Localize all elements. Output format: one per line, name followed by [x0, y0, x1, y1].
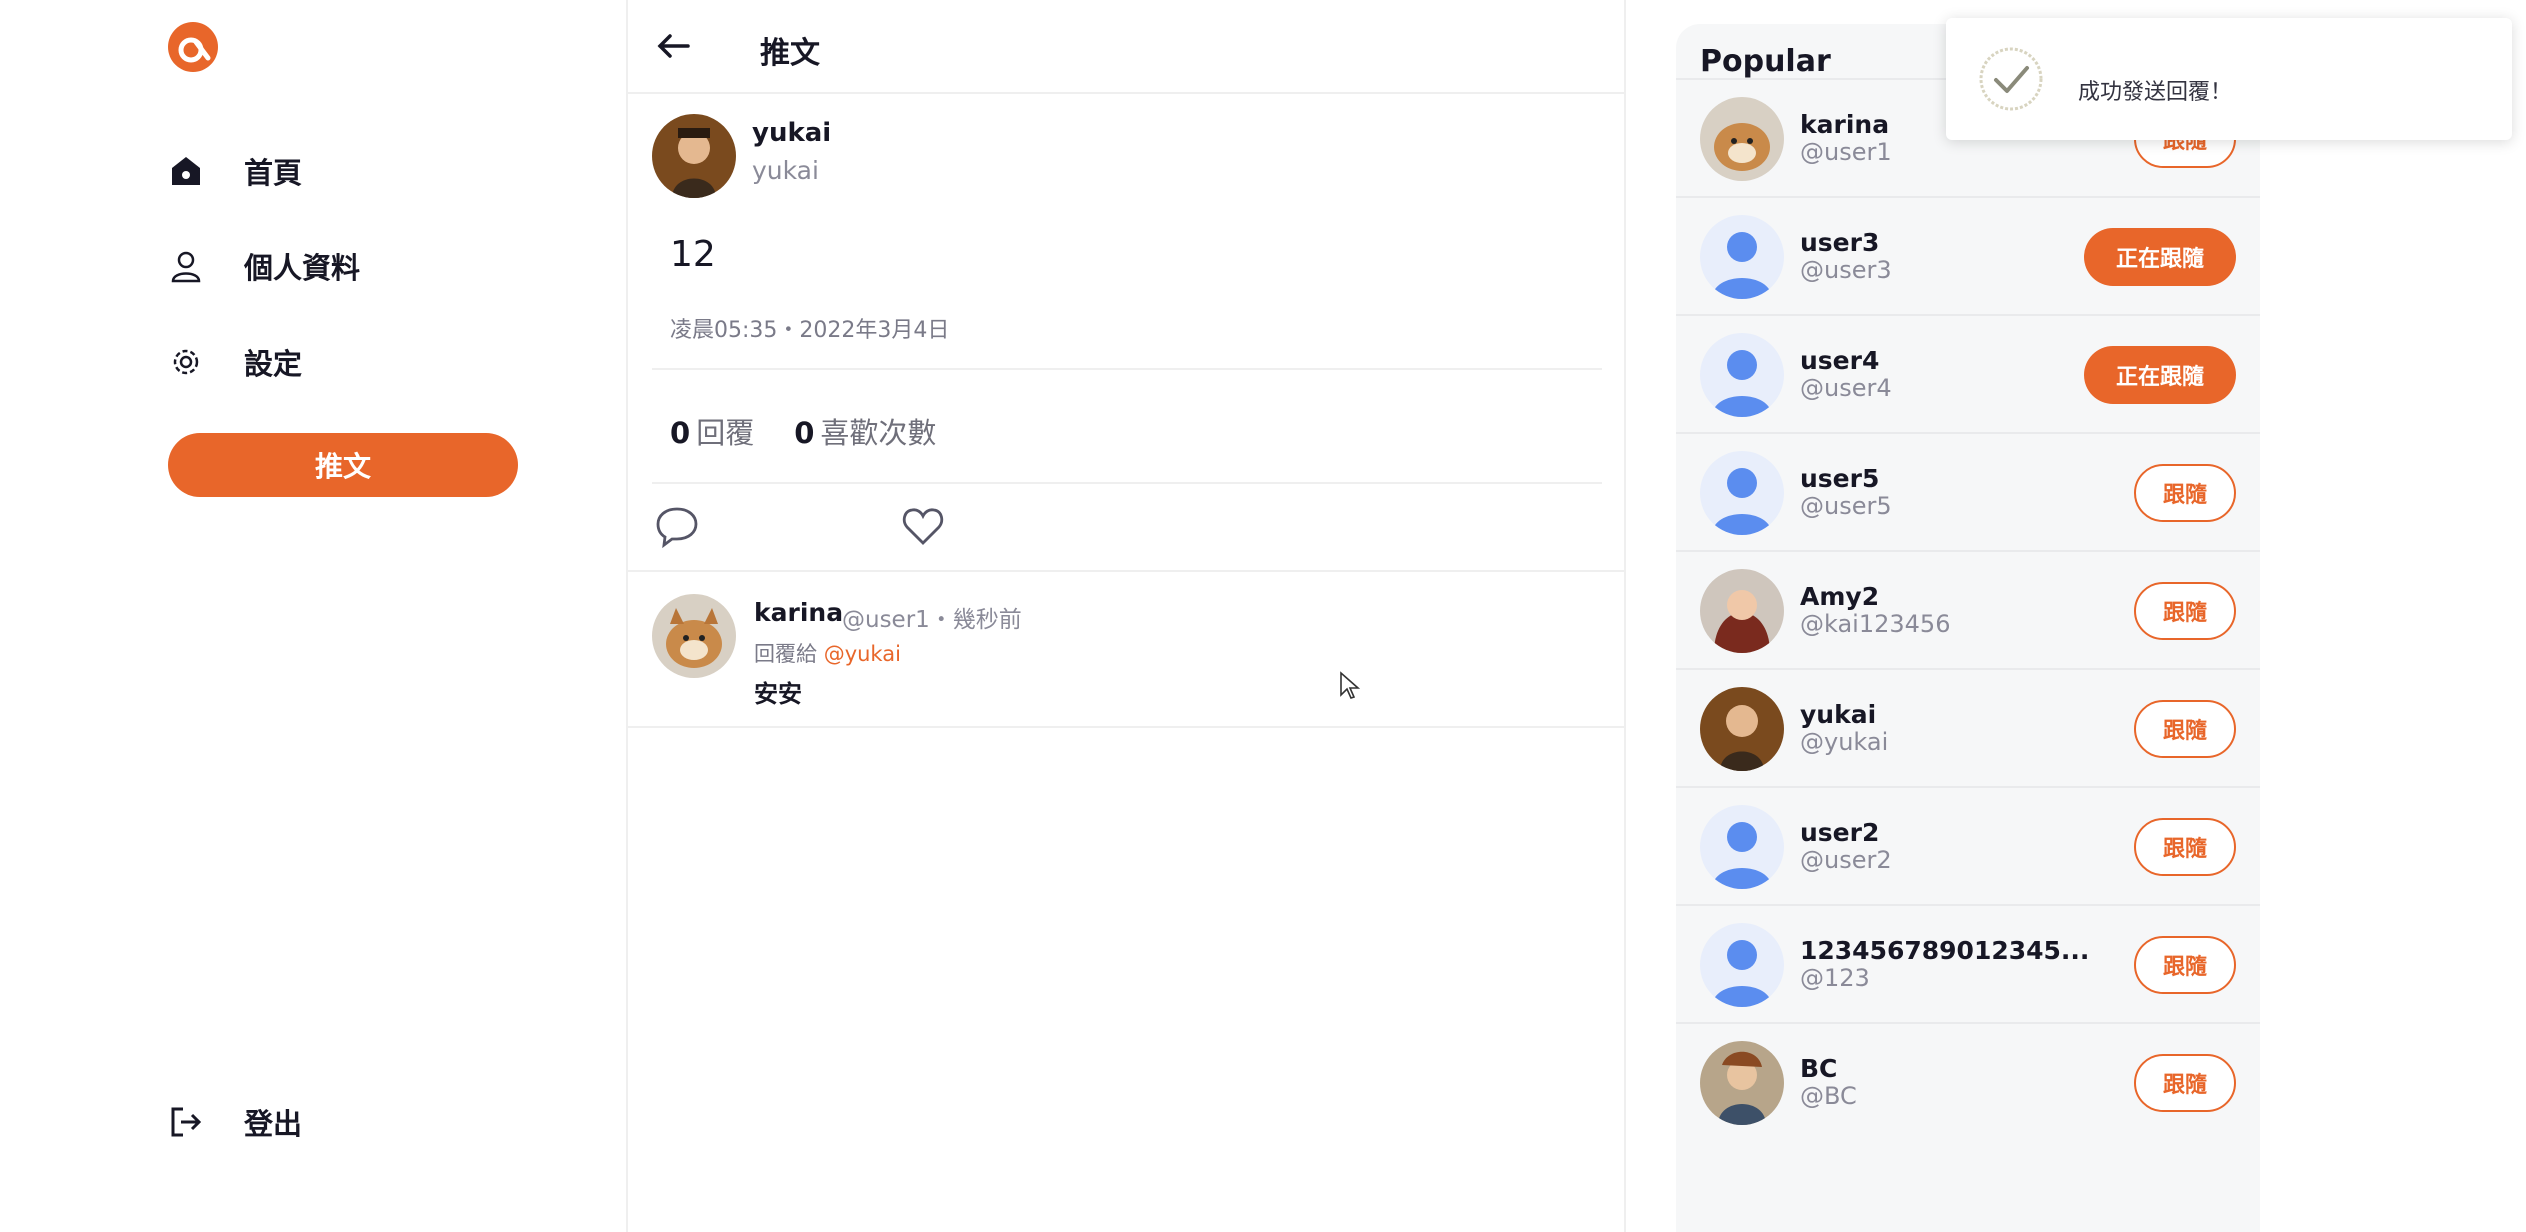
avatar[interactable] [1700, 1041, 1784, 1125]
tweet-stats: 0 回覆 0 喜歡次數 [670, 410, 936, 452]
popular-user-name[interactable]: user5 [1800, 464, 1879, 493]
tweet-timestamp: 凌晨05:35・2022年3月4日 [670, 318, 950, 343]
popular-user-handle: @kai123456 [1800, 610, 1951, 638]
avatar[interactable] [1700, 215, 1784, 299]
popular-user-handle: @yukai [1800, 728, 1889, 756]
left-nav: 首頁 個人資料 設定 推文 登出 [0, 0, 628, 1232]
unfollow-button[interactable]: 正在跟隨 [2084, 346, 2236, 404]
page-header: 推文 [628, 0, 1626, 94]
popular-user-handle: @user2 [1800, 846, 1892, 874]
author-name[interactable]: yukai [752, 118, 831, 148]
tweet-button[interactable]: 推文 [168, 433, 518, 497]
popular-user-name[interactable]: user4 [1800, 346, 1879, 375]
popular-user-row[interactable]: user4 @user4 正在跟隨 [1676, 314, 2260, 432]
popular-user-row[interactable]: BC @BC 跟隨 [1676, 1022, 2260, 1140]
popular-user-name[interactable]: user3 [1800, 228, 1879, 257]
logout-label: 登出 [244, 1107, 303, 1141]
popular-user-name[interactable]: 123456789012345... [1800, 936, 2089, 965]
nav-item-settings[interactable]: 設定 [168, 332, 302, 392]
popular-user-name[interactable]: yukai [1800, 700, 1876, 729]
divider [652, 482, 1602, 484]
author-handle: yukai [752, 156, 819, 185]
nav-item-profile[interactable]: 個人資料 [168, 236, 360, 296]
like-stat: 0 喜歡次數 [794, 416, 937, 450]
reply-author-name[interactable]: karina [754, 598, 843, 627]
popular-panel: Popular karina @user1 跟隨 user3 @user3 正在跟隨 use… [1676, 24, 2260, 1232]
logout-icon [168, 1104, 204, 1140]
home-icon [168, 153, 204, 189]
follow-button[interactable]: 跟隨 [2134, 1054, 2236, 1112]
popular-user-row[interactable]: user3 @user3 正在跟隨 [1676, 196, 2260, 314]
avatar[interactable] [652, 114, 736, 198]
unfollow-button[interactable]: 正在跟隨 [2084, 228, 2236, 286]
avatar[interactable] [1700, 805, 1784, 889]
popular-user-row[interactable]: Amy2 @kai123456 跟隨 [1676, 550, 2260, 668]
avatar[interactable] [1700, 923, 1784, 1007]
avatar[interactable] [652, 594, 736, 678]
divider [652, 368, 1602, 370]
popular-user-handle: @123 [1800, 964, 1870, 992]
popular-user-handle: @user4 [1800, 374, 1892, 402]
avatar[interactable] [1700, 687, 1784, 771]
nav-item-home[interactable]: 首頁 [168, 141, 302, 201]
follow-button[interactable]: 跟隨 [2134, 700, 2236, 758]
back-arrow-icon[interactable] [654, 26, 694, 66]
popular-user-row[interactable]: user5 @user5 跟隨 [1676, 432, 2260, 550]
main-column: 推文 yukai yukai 12 凌晨05:35・2022年3月4日 0 回覆 … [628, 0, 1626, 1232]
nav-item-label: 首頁 [244, 156, 303, 190]
popular-title: Popular [1700, 44, 1831, 79]
follow-button[interactable]: 跟隨 [2134, 818, 2236, 876]
reply-to-line: 回覆給 @yukai [754, 642, 901, 666]
logo-icon[interactable] [166, 20, 220, 74]
popular-user-handle: @user5 [1800, 492, 1892, 520]
reply-icon[interactable] [654, 503, 700, 549]
follow-button[interactable]: 跟隨 [2134, 582, 2236, 640]
reply-item[interactable]: karina @user1・幾秒前 回覆給 @yukai 安安 [628, 570, 1626, 728]
reply-text: 安安 [754, 680, 802, 708]
nav-item-label: 設定 [244, 347, 303, 381]
nav-item-label: 個人資料 [244, 251, 361, 285]
follow-button[interactable]: 跟隨 [2134, 464, 2236, 522]
popular-user-name[interactable]: karina [1800, 110, 1889, 139]
check-icon [1976, 44, 2046, 114]
popular-user-row[interactable]: user2 @user2 跟隨 [1676, 786, 2260, 904]
avatar[interactable] [1700, 451, 1784, 535]
popular-user-name[interactable]: Amy2 [1800, 582, 1879, 611]
reply-meta: @user1・幾秒前 [842, 607, 1022, 633]
avatar[interactable] [1700, 569, 1784, 653]
popular-user-handle: @user1 [1800, 138, 1892, 166]
popular-user-row[interactable]: 123456789012345... @123 跟隨 [1676, 904, 2260, 1022]
cursor-icon [1339, 671, 1361, 701]
toast-message: 成功發送回覆！ [2078, 80, 2233, 105]
avatar[interactable] [1700, 333, 1784, 417]
popular-user-handle: @BC [1800, 1082, 1857, 1110]
popular-user-name[interactable]: user2 [1800, 818, 1879, 847]
popular-user-handle: @user3 [1800, 256, 1892, 284]
heart-icon[interactable] [900, 503, 946, 549]
popular-user-name[interactable]: BC [1800, 1054, 1837, 1083]
gear-icon [168, 344, 204, 380]
page-title: 推文 [760, 36, 820, 71]
avatar[interactable] [1700, 97, 1784, 181]
follow-button[interactable]: 跟隨 [2134, 936, 2236, 994]
toast-notification: 成功發送回覆！ [1946, 18, 2512, 140]
user-icon [168, 248, 204, 284]
logout-button[interactable]: 登出 [168, 1092, 302, 1152]
reply-stat: 0 回覆 [670, 416, 755, 450]
reply-to-handle[interactable]: @yukai [824, 642, 901, 666]
popular-user-row[interactable]: yukai @yukai 跟隨 [1676, 668, 2260, 786]
tweet-content: 12 [670, 234, 716, 275]
